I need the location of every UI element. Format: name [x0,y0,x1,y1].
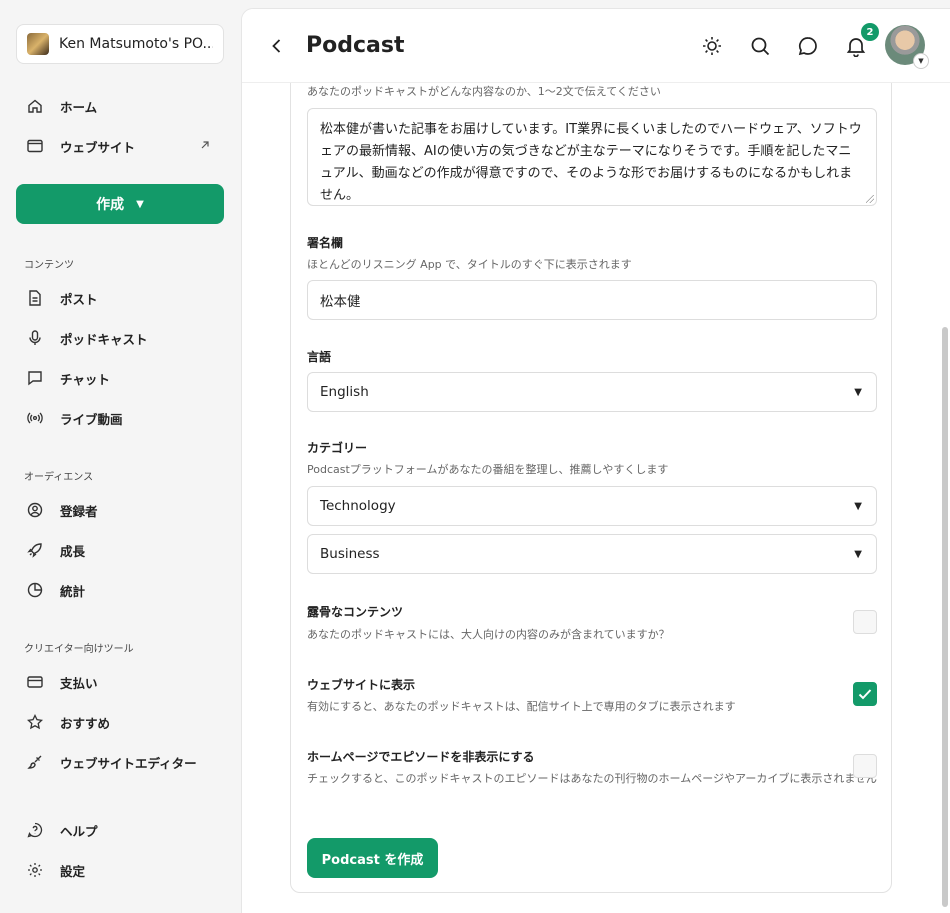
language-label: 言語 [307,350,332,364]
back-icon[interactable] [266,35,288,57]
create-podcast-button[interactable]: Podcast を作成 [307,838,438,878]
sidebar: Ken Matsumoto's PO... ホーム ウェブサイト 作成 ▼ コン… [0,0,240,913]
caret-down-icon: ▼ [854,386,862,398]
sidebar-item-live-video[interactable]: ライブ動画 [16,400,224,436]
broadcast-icon [26,409,44,427]
podcast-settings-form: あなたのポッドキャストがどんな内容なのか、1〜2文で伝えてください 松本健が書い… [290,49,892,893]
checkmark-icon [858,689,872,700]
sidebar-item-label: ライブ動画 [60,411,123,427]
rocket-icon [26,541,44,559]
sidebar-item-website[interactable]: ウェブサイト [16,128,224,164]
sidebar-item-label: ポッドキャスト [60,331,148,347]
gear-icon [26,861,44,879]
chat-bubble-icon[interactable] [797,35,819,57]
show-on-site-checkbox[interactable] [853,682,877,706]
section-heading-content: コンテンツ [24,260,74,271]
top-bar: Podcast 2 ▼ [242,9,950,83]
sidebar-item-growth[interactable]: 成長 [16,532,224,568]
explicit-checkbox[interactable] [853,610,877,634]
paintbrush-icon [26,753,44,771]
sidebar-item-home[interactable]: ホーム [16,88,224,124]
byline-label: 署名欄 [307,236,344,250]
document-icon [26,289,44,307]
publication-switcher[interactable]: Ken Matsumoto's PO... [16,24,224,64]
sidebar-item-chat[interactable]: チャット [16,360,224,396]
category-primary-select[interactable]: Technology ▼ [307,486,877,526]
sidebar-item-website-editor[interactable]: ウェブサイトエディター [16,744,224,780]
pie-chart-icon [26,581,44,599]
star-icon [26,713,44,731]
caret-down-icon: ▼ [854,548,862,560]
hide-episodes-checkbox[interactable] [853,754,877,778]
explicit-label: 露骨なコンテンツ [307,605,404,619]
byline-hint: ほとんどのリスニング App で、タイトルのすぐ下に表示されます [307,258,632,271]
show-on-site-label: ウェブサイトに表示 [307,678,416,692]
category-secondary-value: Business [320,546,380,562]
sidebar-item-label: 支払い [60,675,98,691]
browser-icon [26,137,44,155]
sidebar-item-label: ヘルプ [60,823,98,839]
category-hint: Podcastプラットフォームがあなたの番組を整理し、推薦しやすくします [307,463,669,476]
publication-name: Ken Matsumoto's PO... [59,36,213,52]
home-icon [26,97,44,115]
external-link-icon [200,139,210,153]
create-podcast-label: Podcast を作成 [321,852,424,868]
main-panel: あなたのポッドキャストがどんな内容なのか、1〜2文で伝えてください 松本健が書い… [241,8,950,913]
section-heading-creator-tools: クリエイター向けツール [24,644,134,655]
explicit-hint: あなたのポッドキャストには、大人向けの内容のみが含まれていますか？ [307,628,670,641]
microphone-icon [26,329,44,347]
show-on-site-hint: 有効にすると、あなたのポッドキャストは、配信サイト上で専用のタブに表示されます [307,700,736,713]
sidebar-item-label: 成長 [60,543,86,559]
description-value: 松本健が書いた記事をお届けしています。IT業界に長くいましたのでハードウェア、ソ… [320,122,862,203]
byline-input[interactable]: 松本健 [307,280,877,320]
hide-episodes-label: ホームページでエピソードを非表示にする [307,750,535,764]
sidebar-item-label: 登録者 [60,503,98,519]
create-button-label: 作成 [96,197,125,213]
scrollbar[interactable] [942,327,948,907]
category-primary-value: Technology [320,498,396,514]
sidebar-item-label: おすすめ [60,715,111,731]
publication-logo [27,33,49,55]
sidebar-item-settings[interactable]: 設定 [16,852,224,888]
caret-down-icon: ▼ [854,500,862,512]
chat-icon [26,369,44,387]
sidebar-item-payments[interactable]: 支払い [16,664,224,700]
category-label: カテゴリー [307,441,368,455]
caret-down-icon: ▼ [136,198,144,210]
section-heading-audience: オーディエンス [24,472,94,483]
page-title: Podcast [306,33,405,58]
sidebar-item-subscribers[interactable]: 登録者 [16,492,224,528]
sidebar-item-label: 設定 [60,863,86,879]
sidebar-item-help[interactable]: ヘルプ [16,812,224,848]
language-select[interactable]: English ▼ [307,372,877,412]
resize-handle-icon[interactable] [866,195,874,203]
sidebar-item-label: ウェブサイトエディター [60,755,197,771]
description-textarea[interactable]: 松本健が書いた記事をお届けしています。IT業界に長くいましたのでハードウェア、ソ… [307,108,877,206]
sidebar-item-stats[interactable]: 統計 [16,572,224,608]
sidebar-item-podcast[interactable]: ポッドキャスト [16,320,224,356]
sidebar-item-label: チャット [60,371,110,387]
sidebar-item-posts[interactable]: ポスト [16,280,224,316]
create-button[interactable]: 作成 ▼ [16,184,224,224]
theme-toggle-icon[interactable] [701,35,723,57]
sidebar-item-label: ホーム [60,99,98,115]
caret-down-icon[interactable]: ▼ [913,53,929,69]
credit-card-icon [26,673,44,691]
category-secondary-select[interactable]: Business ▼ [307,534,877,574]
description-hint: あなたのポッドキャストがどんな内容なのか、1〜2文で伝えてください [307,85,661,98]
notification-badge: 2 [861,23,879,41]
sidebar-item-label: ウェブサイト [60,139,136,155]
help-icon [26,821,44,839]
user-circle-icon [26,501,44,519]
sidebar-item-label: 統計 [60,583,86,599]
search-icon[interactable] [749,35,771,57]
byline-value: 松本健 [320,294,361,310]
sidebar-item-label: ポスト [60,291,98,307]
sidebar-item-recommendations[interactable]: おすすめ [16,704,224,740]
language-value: English [320,384,369,400]
hide-episodes-hint: チェックすると、このポッドキャストのエピソードはあなたの刊行物のホームページやア… [307,772,878,785]
